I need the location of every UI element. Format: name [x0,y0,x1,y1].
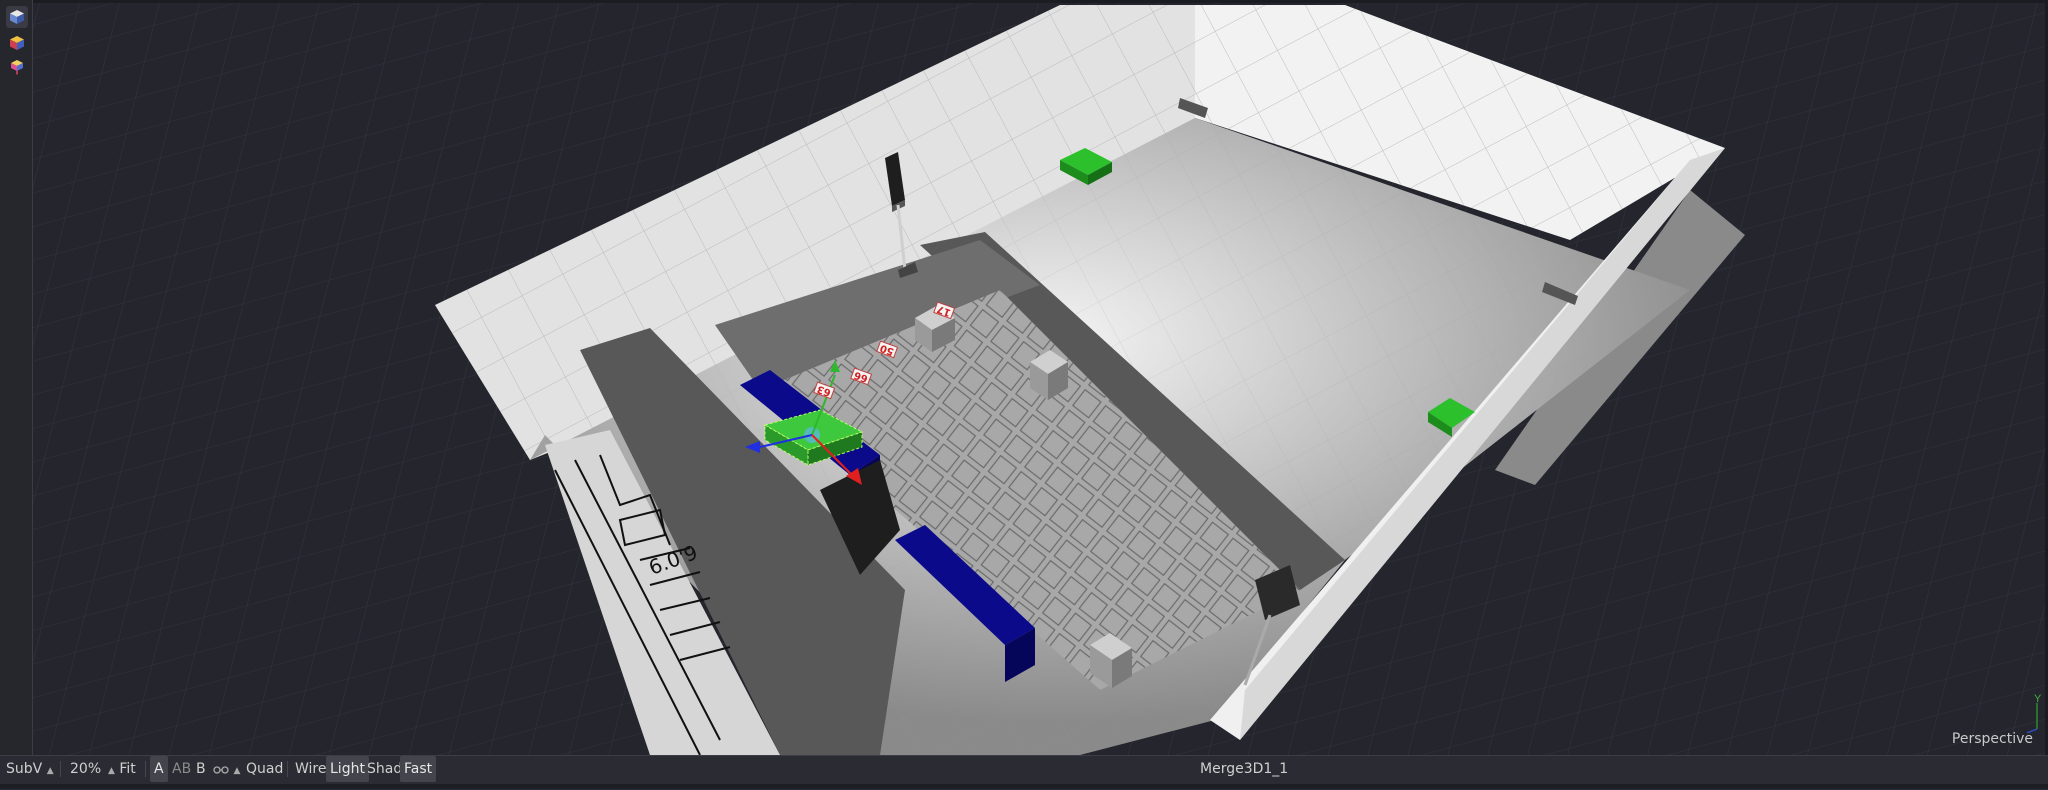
dropdown-arrow-icon: ▲ [46,766,54,776]
subview-label: SubV [6,761,43,777]
camera-label[interactable]: Perspective [1952,731,2033,747]
viewed-node-name: Merge3D1_1 [1200,761,1289,777]
3d-viewport[interactable]: 6.0'9 17 50 66 63 Y Perspective [33,3,2045,755]
b-buffer-button[interactable]: B [192,756,210,782]
quad-view-button[interactable]: Quad [246,756,283,782]
zoom-dropdown[interactable]: 20% [70,756,101,782]
cube-pin-icon[interactable] [6,56,28,78]
stereo-icon[interactable]: ▲ [213,756,240,782]
viewer-side-toolbar [0,0,33,757]
3d-scene[interactable]: 6.0'9 17 50 66 63 [33,3,2045,755]
wire-toggle[interactable]: Wire [291,756,331,782]
cube-3d-icon[interactable] [6,6,28,28]
axis-y-label: Y [2034,693,2042,705]
fast-toggle[interactable]: Fast [400,756,437,782]
fit-label: Fit [119,761,136,777]
cube-color-icon[interactable] [6,32,28,54]
bottom-border [0,784,2048,789]
fit-button[interactable]: ▲ Fit [108,756,136,782]
subview-dropdown[interactable]: SubV ▲ [6,756,54,782]
dropdown-arrow-icon: ▲ [233,766,241,776]
fusion-3d-viewer: 6.0'9 17 50 66 63 Y Perspective SubV ▲ 2… [0,0,2048,790]
a-buffer-button[interactable]: A [150,756,168,782]
dropdown-arrow-icon: ▲ [108,766,115,776]
